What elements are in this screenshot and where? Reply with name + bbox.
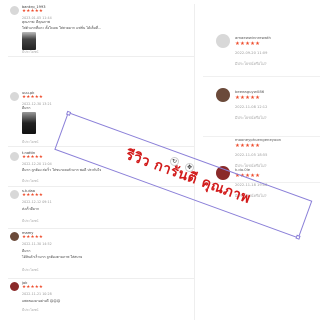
rating-stars: ★★★★★ [22,9,44,14]
review-text: ส่งเร็วดีมาก [22,207,40,211]
rating-stars: ★★★★★ [235,143,261,149]
review-photo[interactable] [22,32,36,50]
review-photo[interactable] [22,112,36,134]
review-date: 2022-09-20 11:09 [235,51,268,55]
review-text: แพคของมาอย่างดี 😊😊😊 [22,299,61,303]
review-item: amaewwinnrewath ★★★★★ 2022-09-20 11:09 ม… [203,34,320,77]
rating-stars: ★★★★★ [235,95,261,101]
review-text: ดีมาก ถูกต้อง ส่งเร็ว ใส่ขนาดลงตัวมาก พอ… [22,168,102,172]
helpful-link[interactable]: มีประโยชน์ [22,50,38,55]
review-date: 2022-11-21 10:28 [22,292,52,296]
move-icon[interactable]: ✥ [185,163,194,172]
helpful-link[interactable]: มีประโยชน์หรือไม่? [235,61,267,67]
helpful-link[interactable]: มีประโยชน์ [22,179,38,184]
review-text: ใส่ตัวแรกที่แกะ ตั้งใจเลย ใส่สวยมาก แฟชั… [22,26,102,30]
avatar [10,92,19,101]
review-text: ดีมาก [22,106,31,110]
review-date: 2022-12-12 09:11 [22,200,52,204]
rating-stars: ★★★★★ [22,155,44,160]
helpful-link[interactable]: มีประโยชน์ [22,140,38,145]
review-username: k.do.0le [235,167,251,172]
review-item: beeeaguyw086 ★★★★★ 2022-11-08 12:12 มีปร… [203,88,320,137]
avatar [216,34,230,48]
review-date: 2022-11-08 12:12 [235,105,268,109]
review-username: beeeaguyw086 [235,89,265,94]
rating-stars: ★★★★★ [22,235,44,240]
review-item: jok ★★★★★ 2022-11-21 10:28 แพคของมาอย่าง… [8,280,194,320]
avatar [10,6,19,15]
helpful-link[interactable]: มีประโยชน์ [22,268,38,273]
review-date: 2022-11-30 14:52 [22,242,52,246]
helpful-link[interactable]: มีประโยชน์หรือไม่? [235,115,267,121]
review-text: คุณภาพ: ดีคุณภาพ [22,20,50,24]
avatar [10,152,19,161]
avatar [216,136,230,150]
review-item: mamy ★★★★★ 2022-11-30 14:52 ดีมาก ได้สิน… [8,230,194,279]
review-date: 2022-12-20 11:04 [22,162,52,166]
avatar [10,232,19,241]
avatar [10,190,19,199]
rating-stars: ★★★★★ [22,285,44,290]
helpful-link[interactable]: มีประโยชน์ [22,219,38,224]
rating-stars: ★★★★★ [22,95,44,100]
rating-stars: ★★★★★ [22,193,44,198]
avatar [216,88,230,102]
review-text: ดีมาก [22,249,31,253]
review-item: bankrp_1993 ★★★★★ 2023-01-05 11:44 คุณภา… [8,4,194,57]
helpful-link[interactable]: มีประโยชน์ [22,308,38,313]
review-text: ได้สินค้าเร็วมาก ถูกต้องตามภาพ ใส่สบาย [22,255,83,259]
review-date: 2022-11-05 18:55 [235,153,268,157]
rating-stars: ★★★★★ [235,41,261,47]
avatar [10,282,19,291]
resize-handle[interactable] [66,110,72,116]
review-username: amaewwinnrewath [235,35,271,40]
rotate-icon[interactable]: ↻ [170,157,179,166]
review-username: mooneyphuengeneyoon [235,137,282,142]
review-item: s.k.daa ★★★★★ 2022-12-12 09:11 ส่งเร็วดี… [8,188,194,229]
